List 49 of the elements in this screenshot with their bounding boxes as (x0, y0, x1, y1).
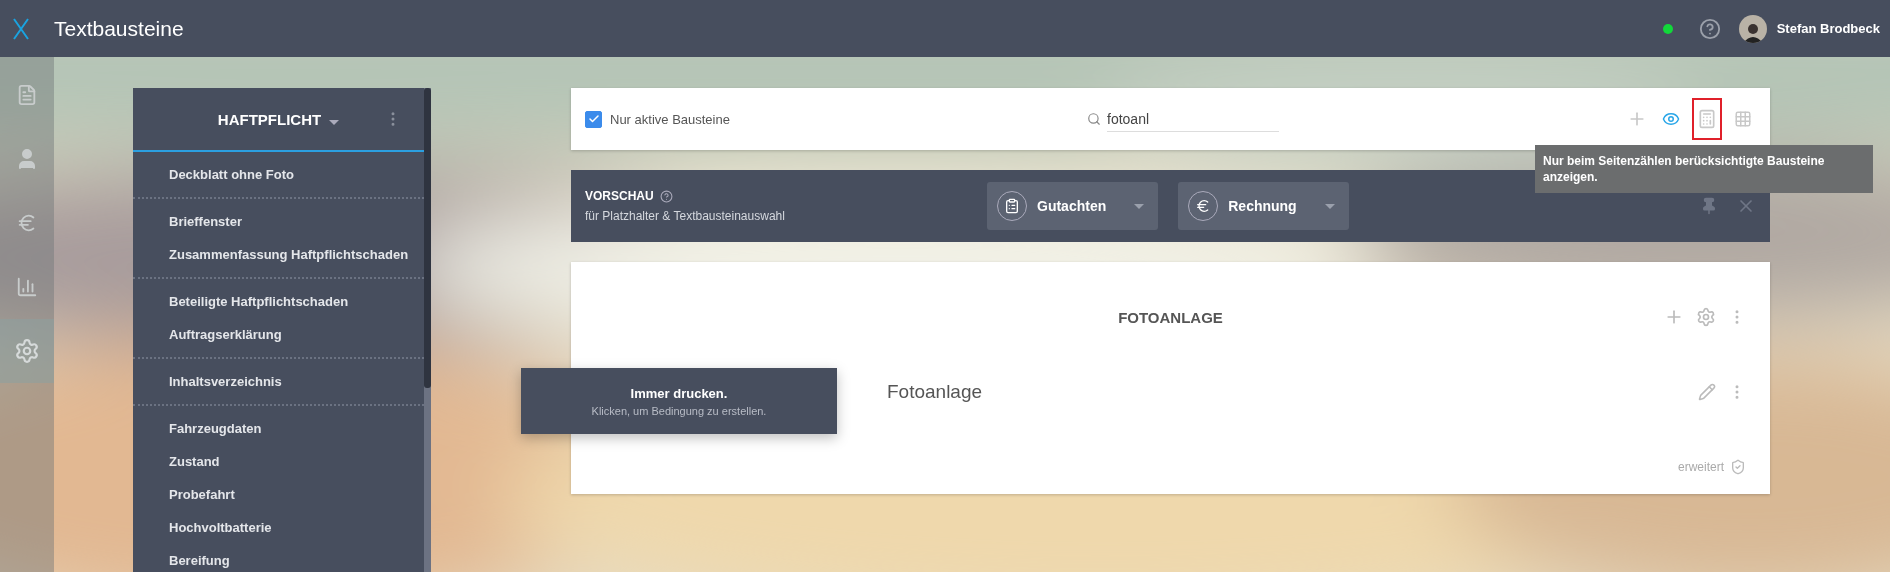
help-icon[interactable] (659, 189, 673, 203)
category-item[interactable]: Beteiligte Haftpflichtschaden (133, 285, 424, 318)
caret-icon (1134, 203, 1145, 209)
settings-icon (14, 338, 40, 364)
calculator-icon (1697, 109, 1717, 129)
preview-subtitle: für Platzhalter & Textbausteinauswahl (585, 209, 786, 223)
document-icon (16, 84, 38, 106)
category-item[interactable]: Deckblatt ohne Foto (133, 158, 424, 191)
category-item[interactable]: Fahrzeugdaten (133, 412, 424, 445)
text-block-title[interactable]: Fotoanlage (887, 381, 1698, 403)
category-dropdown[interactable]: HAFTPFLICHT (217, 110, 340, 128)
pencil-icon[interactable] (1698, 383, 1716, 401)
settings-icon[interactable] (1696, 307, 1716, 327)
bar-chart-icon (16, 276, 38, 298)
logo-icon (12, 17, 30, 40)
category-item[interactable]: Zustand (133, 445, 424, 478)
scrollbar[interactable] (424, 88, 431, 572)
category-item[interactable]: Zusammenfassung Haftpflichtschaden (133, 238, 424, 271)
pin-icon[interactable] (1700, 197, 1718, 215)
mode-label: erweitert (1678, 460, 1724, 474)
grid-icon (1734, 110, 1752, 128)
section-title: FOTOANLAGE (1118, 308, 1223, 326)
page-title: Textbausteine (54, 16, 185, 41)
user-name[interactable]: Stefan Brodbeck (1776, 21, 1880, 36)
clipboard-icon (1004, 198, 1020, 214)
avatar-icon[interactable] (1738, 14, 1767, 43)
popup-hint: Klicken, um Bedingung zu erstellen. (591, 404, 767, 417)
category-item[interactable]: Brieffenster (133, 205, 424, 238)
category-item[interactable]: Hochvoltbatterie (133, 511, 424, 544)
condition-popup[interactable]: Immer drucken. Klicken, um Bedingung zu erstellen. (521, 368, 837, 434)
checkbox[interactable] (585, 110, 602, 128)
search-icon (1087, 112, 1101, 126)
nav-item[interactable] (0, 319, 54, 383)
category-item[interactable]: Auftragserklärung (133, 318, 424, 351)
eye-icon (1662, 110, 1680, 128)
category-item[interactable]: Bereifung (133, 544, 424, 572)
preview-select[interactable]: Rechnung (1178, 182, 1349, 230)
tooltip: Nur beim Seitenzählen berücksichtigte Bausteine anzeigen. (1535, 145, 1873, 193)
shield-icon (1730, 459, 1746, 475)
check-icon (587, 113, 600, 125)
category-item[interactable]: Probefahrt (133, 478, 424, 511)
checkbox-label: Nur aktive Bausteine (610, 111, 730, 127)
caret-icon (1324, 203, 1335, 209)
preview-select[interactable]: Gutachten (987, 182, 1159, 230)
popup-title: Immer drucken. (630, 385, 728, 401)
toolbar-button[interactable] (1692, 98, 1722, 140)
category-item[interactable]: Inhaltsverzeichnis (133, 365, 424, 398)
help-icon[interactable] (1698, 17, 1721, 40)
preview-title: VORSCHAU (585, 189, 654, 203)
